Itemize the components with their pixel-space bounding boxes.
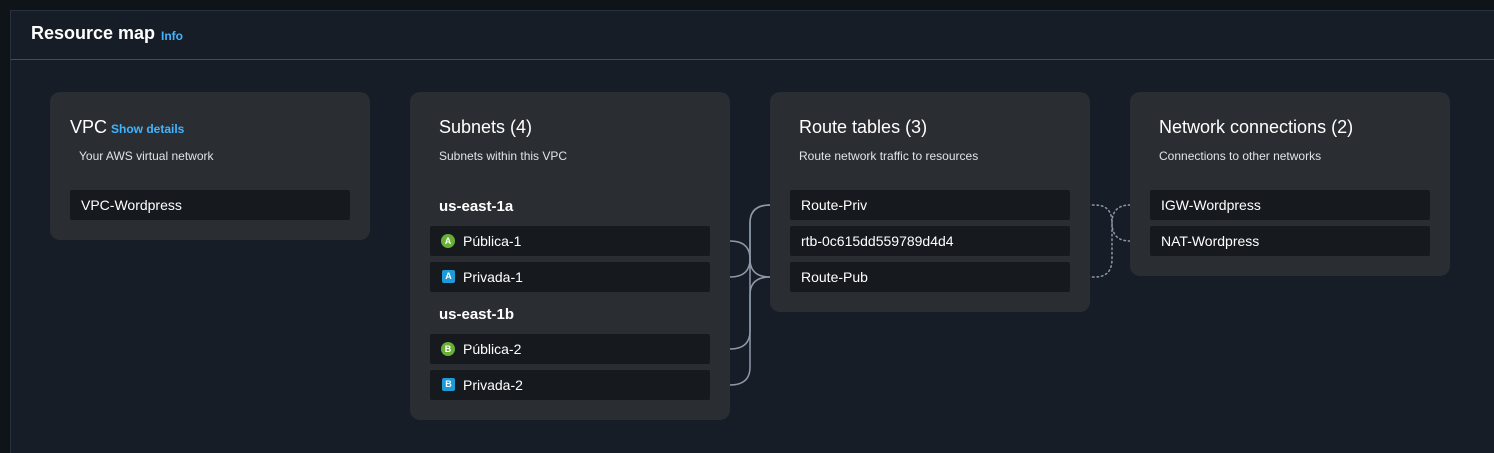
public-subnet-icon: B [441, 342, 455, 356]
network-connections-card: Network connections (2) Connections to o… [1130, 92, 1450, 276]
info-link[interactable]: Info [161, 29, 183, 43]
private-subnet-icon: B [442, 378, 455, 391]
subnets-card-description: Subnets within this VPC [439, 149, 568, 163]
subnet-item-label: Pública-2 [463, 341, 522, 357]
public-subnet-icon: A [441, 234, 455, 248]
network-connection-item-label: NAT-Wordpress [1161, 233, 1260, 249]
network-connections-card-description: Connections to other networks [1159, 149, 1322, 163]
subnet-item-label: Privada-1 [463, 269, 523, 285]
route-table-item-rtb[interactable]: rtb-0c615dd559789d4d4 [790, 226, 1070, 256]
route-table-item-label: Route-Pub [801, 269, 868, 285]
route-tables-card-title: Route tables (3) [799, 117, 928, 137]
vpc-item[interactable]: VPC-Wordpress [70, 190, 350, 220]
network-connection-item-label: IGW-Wordpress [1161, 197, 1261, 213]
vpc-card-description: Your AWS virtual network [79, 149, 214, 163]
panel-header: Resource map Info [11, 11, 1494, 60]
subnet-item-label: Privada-2 [463, 377, 523, 393]
network-connections-card-title: Network connections (2) [1159, 117, 1354, 137]
subnet-item-publica-1[interactable]: A Pública-1 [430, 226, 710, 256]
subnet-item-privada-1[interactable]: A Privada-1 [430, 262, 710, 292]
network-connection-item-nat[interactable]: NAT-Wordpress [1150, 226, 1430, 256]
page-background: Resource map Info VPC Show details Your … [0, 0, 1494, 453]
route-tables-card-description: Route network traffic to resources [799, 149, 979, 163]
vpc-card-title: VPC [70, 117, 108, 137]
subnet-item-privada-2[interactable]: B Privada-2 [430, 370, 710, 400]
subnets-card-title: Subnets (4) [439, 117, 533, 137]
subnet-item-label: Pública-1 [463, 233, 522, 249]
route-table-item-route-priv[interactable]: Route-Priv [790, 190, 1070, 220]
zone-label-us-east-1a: us-east-1a [439, 198, 514, 215]
private-subnet-icon: A [442, 270, 455, 283]
route-table-item-label: rtb-0c615dd559789d4d4 [801, 233, 954, 249]
zone-label-us-east-1b: us-east-1b [439, 306, 515, 323]
route-table-item-label: Route-Priv [801, 197, 868, 213]
network-connection-item-igw[interactable]: IGW-Wordpress [1150, 190, 1430, 220]
route-tables-card: Route tables (3) Route network traffic t… [770, 92, 1090, 312]
subnets-card: Subnets (4) Subnets within this VPC us-e… [410, 92, 730, 420]
route-table-item-route-pub[interactable]: Route-Pub [790, 262, 1070, 292]
vpc-card: VPC Show details Your AWS virtual networ… [50, 92, 370, 240]
show-details-link[interactable]: Show details [111, 122, 184, 136]
subnet-item-publica-2[interactable]: B Pública-2 [430, 334, 710, 364]
vpc-item-label: VPC-Wordpress [81, 197, 182, 213]
panel-title: Resource map [31, 23, 156, 43]
